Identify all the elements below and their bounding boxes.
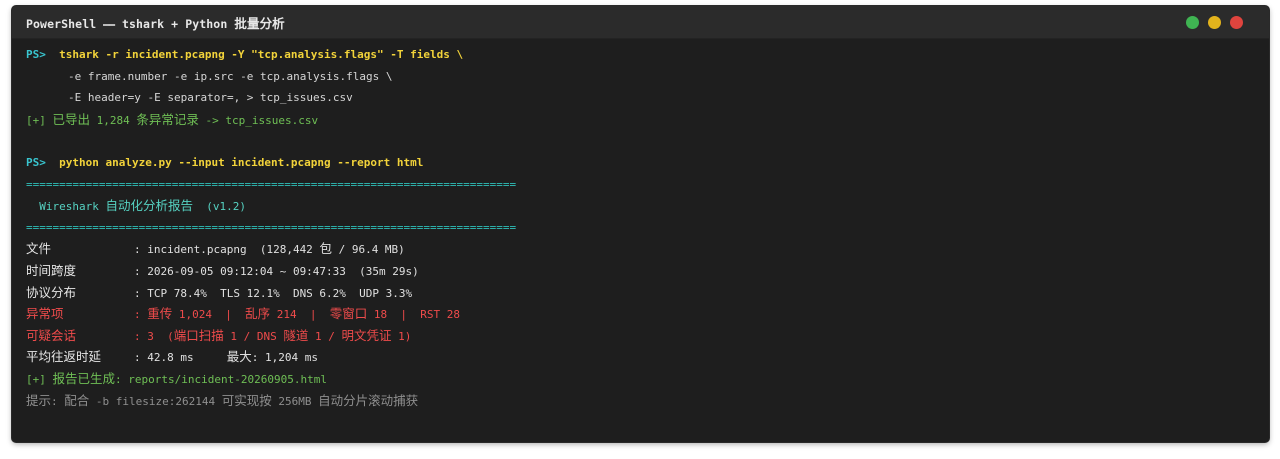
close-button[interactable] (1230, 16, 1243, 29)
command-continuation: -e frame.number -e ip.src -e tcp.analysi… (68, 69, 393, 83)
report-generated: [+] 报告已生成: reports/incident-20260905.htm… (26, 370, 327, 386)
terminal-output[interactable]: PS> tshark -r incident.pcapng -Y "tcp.an… (26, 44, 1259, 411)
command-continuation: -E header=y -E separator=, > tcp_issues.… (68, 91, 353, 105)
report-banner: Wireshark 自动化分析报告 (v1.2) (26, 198, 246, 214)
hint-line: 提示: 配合 -b filesize:262144 可实现按 256MB 自动分… (26, 392, 419, 408)
window-controls (1186, 16, 1243, 29)
separator: ========================================… (26, 177, 517, 191)
command-line: PS> tshark -r incident.pcapng -Y "tcp.an… (26, 48, 464, 61)
separator: ========================================… (26, 220, 517, 234)
title-bar: PowerShell ⎯⎯ tshark + Python 批量分析 (12, 6, 1269, 39)
export-result: [+] 已导出 1,284 条异常记录 -> tcp_issues.csv (26, 111, 319, 127)
window-title: PowerShell ⎯⎯ tshark + Python 批量分析 (26, 15, 285, 31)
minimize-button[interactable] (1208, 16, 1221, 29)
report-row-rtt: 平均往返时延: 42.8 ms 最大: 1,204 ms (26, 349, 318, 365)
maximize-button[interactable] (1186, 16, 1199, 29)
report-row-protocols: 协议分布: TCP 78.4% TLS 12.1% DNS 6.2% UDP 3… (26, 284, 413, 300)
terminal-window: PowerShell ⎯⎯ tshark + Python 批量分析 PS> t… (12, 6, 1269, 442)
report-row-time: 时间跨度: 2026-09-05 09:12:04 ~ 09:47:33 (35… (26, 262, 419, 278)
report-row-suspicious: 可疑会话: 3 (端口扫描 1 / DNS 隧道 1 / 明文凭证 1) (26, 327, 412, 343)
report-row-anomalies: 异常项: 重传 1,024 | 乱序 214 | 零窗口 18 | RST 28 (26, 306, 460, 322)
command-line: PS> python analyze.py --input incident.p… (26, 155, 424, 169)
report-row-file: 文件: incident.pcapng (128,442 包 / 96.4 MB… (26, 241, 405, 257)
